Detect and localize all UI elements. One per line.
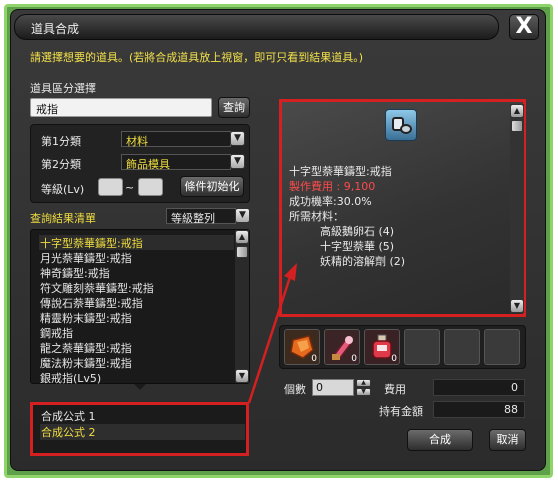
- search-button[interactable]: 查詢: [218, 97, 250, 118]
- list-item[interactable]: 精靈粉末鑄型:戒指: [39, 310, 234, 325]
- results-scrollbar[interactable]: ▲ ▼: [235, 230, 249, 383]
- list-item[interactable]: 銀戒指(Lv5): [39, 370, 234, 384]
- list-item[interactable]: 傳說石萘華鑄型:戒指: [39, 295, 234, 310]
- slot-count: 0: [391, 354, 397, 364]
- material-item: 妖精的溶解劑 (2): [320, 255, 406, 268]
- chevron-down-icon[interactable]: ▼: [230, 131, 245, 146]
- window-title: 道具合成: [31, 22, 80, 36]
- material-slot[interactable]: 0: [364, 329, 400, 365]
- first-category-label: 第1分類: [41, 135, 81, 148]
- fee-label: 費用: [384, 383, 406, 396]
- second-category-label: 第2分類: [41, 158, 81, 171]
- mold-item-icon: [385, 109, 417, 141]
- level-max-input[interactable]: [138, 178, 163, 196]
- cancel-button[interactable]: 取消: [489, 429, 526, 451]
- level-min-input[interactable]: [98, 178, 123, 196]
- close-button[interactable]: X: [509, 14, 539, 40]
- success-rate: 成功機率:30.0%: [289, 195, 372, 208]
- scroll-thumb[interactable]: [236, 246, 248, 258]
- level-range-separator: ~: [125, 181, 135, 194]
- fee-value: 0: [433, 379, 525, 396]
- list-item[interactable]: 符文雕刻萘華鑄型:戒指: [39, 280, 234, 295]
- item-detail-panel: 十字型萘華鑄型:戒指 製作費用 : 9,100 成功機率:30.0% 所需材料：…: [279, 99, 526, 317]
- material-slot[interactable]: 0: [324, 329, 360, 365]
- material-slot[interactable]: 0: [284, 329, 320, 365]
- sort-select[interactable]: 等級整列: [166, 208, 236, 225]
- list-item[interactable]: 龍之萘華鑄型:戒指: [39, 340, 234, 355]
- craft-button[interactable]: 合成: [407, 429, 473, 451]
- chevron-up-icon[interactable]: ▲: [235, 230, 249, 244]
- instruction-text: 請選擇想要的道具。(若將合成道具放上視窗，即可只看到結果道具。): [30, 51, 364, 64]
- slot-count: 0: [351, 354, 357, 364]
- material-slot[interactable]: [404, 329, 440, 365]
- category-section-label: 道具區分選擇: [30, 82, 96, 95]
- list-pointer-arrow: [134, 384, 146, 390]
- results-header: 查詢結果清單: [30, 212, 96, 225]
- list-item[interactable]: 月光萘華鑄型:戒指: [39, 250, 234, 265]
- quantity-down-icon[interactable]: ▼: [356, 388, 371, 396]
- materials-label: 所需材料：: [289, 210, 344, 223]
- chevron-down-icon[interactable]: ▼: [230, 154, 245, 169]
- chevron-down-icon[interactable]: ▼: [235, 208, 250, 223]
- craft-cost: 製作費用 : 9,100: [289, 180, 376, 193]
- material-slots: 0 0 0: [279, 325, 526, 369]
- detail-scrollbar[interactable]: ▲ ▼: [510, 104, 524, 313]
- material-item: 十字型萘華 (5): [320, 240, 395, 253]
- first-category-select[interactable]: 材料: [121, 131, 231, 148]
- scroll-thumb[interactable]: [511, 120, 523, 132]
- list-item[interactable]: 十字型萘華鑄型:戒指: [39, 235, 234, 250]
- formula-list: 合成公式 1 合成公式 2: [30, 402, 249, 456]
- second-category-select[interactable]: 飾品模具: [121, 154, 231, 171]
- money-label: 持有金額: [379, 405, 423, 418]
- item-name: 十字型萘華鑄型:戒指: [289, 165, 392, 178]
- money-value: 88: [433, 401, 525, 418]
- formula-item[interactable]: 合成公式 1: [40, 408, 245, 424]
- material-slot[interactable]: [444, 329, 480, 365]
- material-slot[interactable]: [484, 329, 520, 365]
- list-item[interactable]: 魔法粉末鑄型:戒指: [39, 355, 234, 370]
- quantity-label: 個數: [284, 383, 306, 396]
- level-label: 等級(Lv): [41, 183, 85, 196]
- search-input[interactable]: 戒指: [30, 98, 212, 117]
- chevron-up-icon[interactable]: ▲: [510, 104, 524, 118]
- chevron-down-icon[interactable]: ▼: [235, 369, 249, 383]
- chevron-down-icon[interactable]: ▼: [510, 299, 524, 313]
- reset-filter-button[interactable]: 條件初始化: [180, 176, 244, 197]
- formula-item-selected[interactable]: 合成公式 2: [40, 424, 245, 440]
- list-item[interactable]: 鋼戒指: [39, 325, 234, 340]
- slot-count: 0: [311, 354, 317, 364]
- list-item[interactable]: 神奇鑄型:戒指: [39, 265, 234, 280]
- results-list: 十字型萘華鑄型:戒指 月光萘華鑄型:戒指 神奇鑄型:戒指 符文雕刻萘華鑄型:戒指…: [30, 229, 250, 384]
- material-item: 高級鵝卵石 (4): [320, 225, 395, 238]
- quantity-up-icon[interactable]: ▲: [356, 379, 371, 387]
- title-bar[interactable]: 道具合成: [14, 14, 499, 40]
- quantity-input[interactable]: 0: [312, 379, 354, 396]
